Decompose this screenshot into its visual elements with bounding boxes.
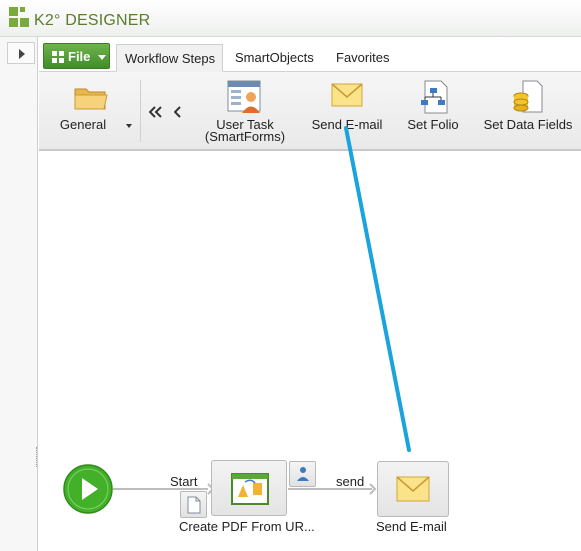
tab-workflow-steps[interactable]: Workflow Steps [116, 44, 223, 72]
triangle-right-icon [19, 49, 25, 59]
chevron-down-icon[interactable] [126, 124, 132, 128]
apps-grid-icon [52, 51, 64, 63]
send-email-label: Send E-mail [311, 117, 383, 132]
set-folio-button[interactable]: Set Folio [397, 72, 469, 151]
file-menu-button[interactable]: File [43, 43, 110, 69]
send-connector-label: send [336, 474, 365, 489]
ribbon-toolbar: General User Task (SmartForms) Send E-ma… [39, 72, 581, 151]
user-task-form-icon [227, 80, 261, 113]
step-settings-button[interactable] [289, 461, 316, 487]
double-chevron-left-icon[interactable] [149, 106, 163, 118]
k2-logo-icon [9, 7, 31, 29]
tab-row: File Workflow Steps SmartObjects Favorit… [39, 40, 581, 72]
document-convert-icon [231, 473, 269, 505]
document-icon [187, 496, 201, 514]
title-bar: K2° DESIGNER [0, 0, 581, 37]
org-chart-document-icon [421, 80, 448, 114]
user-task-smartforms-button[interactable]: User Task (SmartForms) [195, 72, 295, 151]
ribbon-separator [140, 80, 141, 142]
set-folio-label: Set Folio [407, 117, 459, 132]
step-document-button[interactable] [180, 491, 207, 518]
set-data-fields-button[interactable]: Set Data Fields [475, 72, 581, 151]
folder-icon [74, 88, 108, 110]
general-category-button[interactable]: General [51, 72, 132, 151]
create-pdf-step-label: Create PDF From UR... [179, 519, 315, 534]
send-email-step-node[interactable] [377, 461, 449, 517]
file-menu-label: File [68, 49, 91, 64]
expand-panel-button[interactable] [7, 42, 35, 64]
envelope-icon [396, 476, 430, 502]
start-node[interactable] [63, 464, 113, 514]
org-chart-icon [297, 467, 309, 481]
envelope-icon [331, 83, 363, 107]
left-panel [0, 37, 38, 551]
chevron-left-icon[interactable] [174, 106, 182, 118]
app-title: K2° DESIGNER [34, 12, 151, 29]
create-pdf-step-node[interactable] [211, 460, 287, 516]
chevron-down-icon [98, 55, 106, 60]
send-email-button[interactable]: Send E-mail [301, 72, 393, 151]
start-connector-label: Start [170, 474, 198, 489]
general-label: General [59, 117, 107, 132]
panel-resize-grip[interactable] [36, 447, 38, 467]
user-task-label-line2: (SmartForms) [204, 129, 286, 144]
set-data-fields-label: Set Data Fields [483, 117, 573, 132]
send-email-step-label: Send E-mail [376, 519, 447, 534]
database-document-icon [513, 80, 543, 113]
tab-smartobjects[interactable]: SmartObjects [227, 44, 323, 72]
tab-favorites[interactable]: Favorites [328, 44, 400, 72]
workflow-canvas[interactable] [39, 153, 581, 551]
